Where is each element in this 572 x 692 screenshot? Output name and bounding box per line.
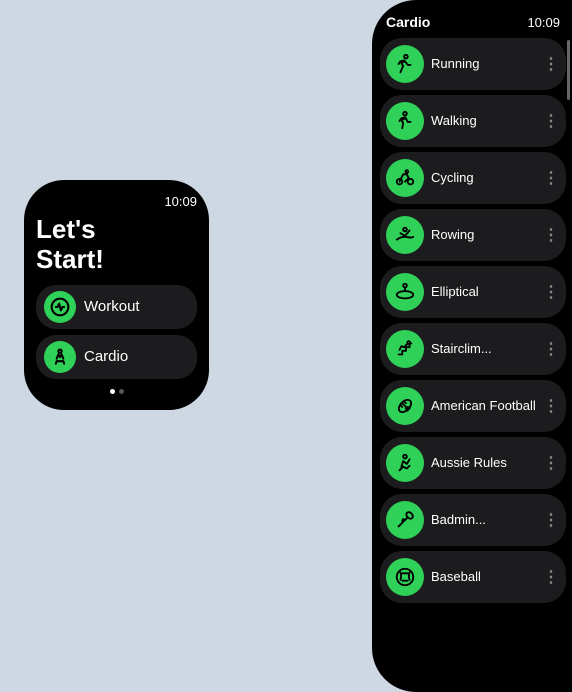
aussie-rules-icon	[386, 444, 424, 482]
walking-more[interactable]: ⋮	[543, 111, 560, 131]
large-watch-title: Cardio	[386, 14, 430, 30]
list-item-stairclimber[interactable]: Stairclim... ⋮	[380, 323, 566, 375]
walking-label: Walking	[431, 113, 543, 130]
badminton-icon	[386, 501, 424, 539]
page-dots	[36, 389, 197, 394]
cycling-more[interactable]: ⋮	[543, 168, 560, 188]
elliptical-label: Elliptical	[431, 284, 543, 301]
workout-label: Workout	[84, 298, 140, 315]
cardio-label: Cardio	[84, 348, 128, 365]
workout-menu-item[interactable]: Workout	[36, 285, 197, 329]
scroll-indicator	[567, 40, 570, 100]
aussie-rules-more[interactable]: ⋮	[543, 453, 560, 473]
large-watch-header: Cardio 10:09	[372, 0, 572, 36]
list-item-baseball[interactable]: Baseball ⋮	[380, 551, 566, 603]
running-icon	[386, 45, 424, 83]
badminton-more[interactable]: ⋮	[543, 510, 560, 530]
list-item-cycling[interactable]: Cycling ⋮	[380, 152, 566, 204]
list-item-running[interactable]: Running ⋮	[380, 38, 566, 90]
american-football-label: American Football	[431, 398, 543, 415]
baseball-label: Baseball	[431, 569, 543, 586]
list-item-rowing[interactable]: Rowing ⋮	[380, 209, 566, 261]
walking-icon	[386, 102, 424, 140]
elliptical-more[interactable]: ⋮	[543, 282, 560, 302]
large-watch-time: 10:09	[527, 15, 560, 30]
baseball-icon	[386, 558, 424, 596]
elliptical-icon	[386, 273, 424, 311]
rowing-label: Rowing	[431, 227, 543, 244]
stairclimber-icon	[386, 330, 424, 368]
workout-icon	[44, 291, 76, 323]
list-item-badminton[interactable]: Badmin... ⋮	[380, 494, 566, 546]
badminton-label: Badmin...	[431, 512, 543, 529]
list-item-american-football[interactable]: American Football ⋮	[380, 380, 566, 432]
list-item-walking[interactable]: Walking ⋮	[380, 95, 566, 147]
cycling-label: Cycling	[431, 170, 543, 187]
cardio-menu-item[interactable]: Cardio	[36, 335, 197, 379]
baseball-more[interactable]: ⋮	[543, 567, 560, 587]
workout-list[interactable]: Running ⋮ Walking ⋮	[372, 36, 572, 692]
running-label: Running	[431, 56, 543, 73]
dot-1	[110, 389, 115, 394]
small-watch-time: 10:09	[36, 194, 197, 209]
aussie-rules-label: Aussie Rules	[431, 455, 543, 472]
stairclimber-label: Stairclim...	[431, 341, 543, 358]
american-football-more[interactable]: ⋮	[543, 396, 560, 416]
small-watch: 10:09 Let'sStart! Workout Cardio	[24, 180, 209, 410]
cardio-icon	[44, 341, 76, 373]
rowing-icon	[386, 216, 424, 254]
list-item-aussie-rules[interactable]: Aussie Rules ⋮	[380, 437, 566, 489]
cycling-icon	[386, 159, 424, 197]
small-watch-title: Let'sStart!	[36, 215, 197, 275]
rowing-more[interactable]: ⋮	[543, 225, 560, 245]
running-more[interactable]: ⋮	[543, 54, 560, 74]
stairclimber-more[interactable]: ⋮	[543, 339, 560, 359]
dot-2	[119, 389, 124, 394]
list-item-elliptical[interactable]: Elliptical ⋮	[380, 266, 566, 318]
american-football-icon	[386, 387, 424, 425]
large-watch: Cardio 10:09 Running ⋮	[372, 0, 572, 692]
